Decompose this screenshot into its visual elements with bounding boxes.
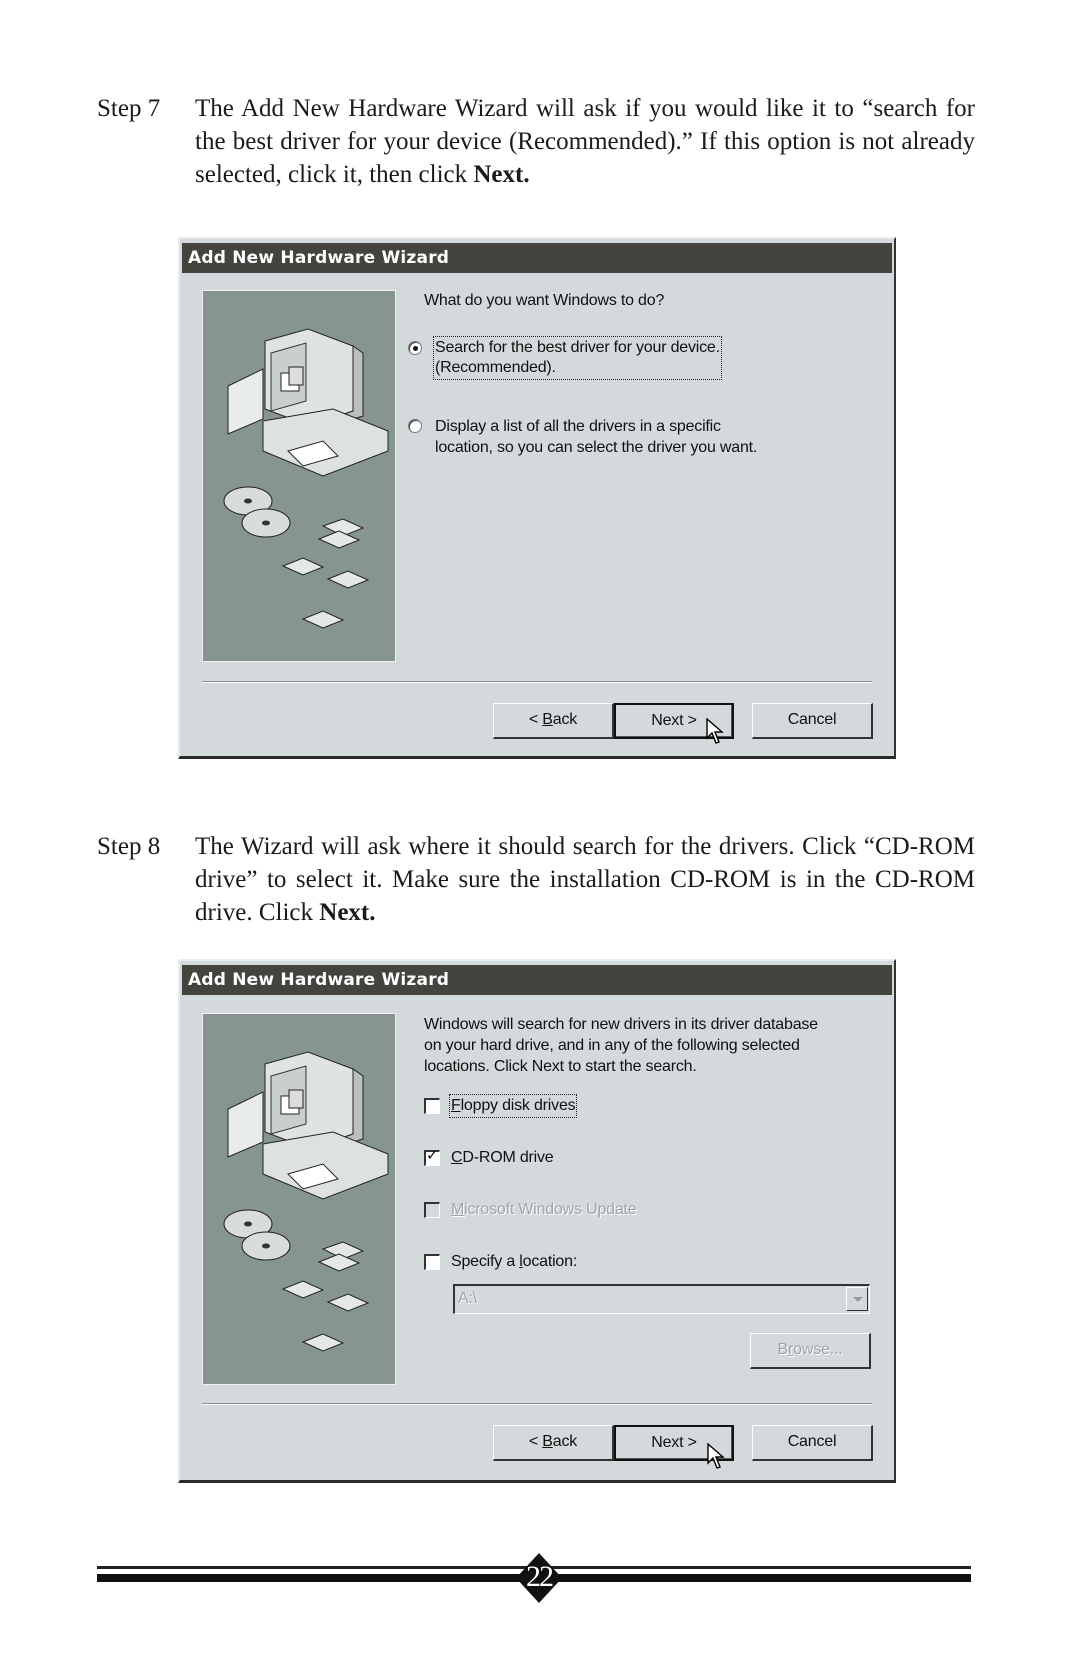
cancel-button[interactable]: Cancel: [752, 703, 873, 739]
description-line: Windows will search for new drivers in i…: [424, 1016, 818, 1033]
checkbox-cdrom[interactable]: ✓ CD-ROM drive: [424, 1148, 624, 1170]
back-prefix: <: [528, 711, 543, 728]
hardware-illustration: [202, 1013, 396, 1385]
browse-button[interactable]: Browse...: [750, 1333, 871, 1369]
next-label: Next >: [651, 712, 697, 729]
back-rest: ack: [552, 711, 578, 728]
label-rest: icrosoft Windows Update: [464, 1201, 637, 1218]
wizard-dialog-search-option: Add New Hardware Wizard What do you want…: [178, 237, 896, 759]
dialog-titlebar: Add New Hardware Wizard: [182, 965, 892, 995]
back-mnemonic: B: [542, 1433, 553, 1450]
button-separator: [202, 681, 872, 683]
checkbox-windows-update[interactable]: Microsoft Windows Update: [424, 1200, 684, 1222]
dialog-titlebar: Add New Hardware Wizard: [182, 243, 892, 273]
browse-pre: B: [777, 1341, 789, 1358]
checkbox-unchecked[interactable]: [424, 1098, 440, 1114]
checkbox-label: Microsoft Windows Update: [451, 1200, 637, 1220]
checkmark-icon: ✓: [426, 1147, 439, 1164]
step-label: Step 7: [97, 95, 161, 122]
label-rest: ocation:: [522, 1253, 578, 1270]
label-rest: D-ROM drive: [462, 1149, 554, 1166]
step-text: The Wizard will ask where it should sear…: [195, 833, 975, 926]
radio-button-unselected[interactable]: [408, 419, 422, 433]
computer-and-disks-icon: [223, 328, 389, 629]
label-pre: Specify a: [451, 1253, 520, 1270]
mouse-pointer-icon: [707, 1443, 725, 1469]
radio-button-selected[interactable]: [408, 341, 422, 355]
cancel-label: Cancel: [787, 711, 837, 728]
radio-label-line: location, so you can select the driver y…: [435, 439, 758, 456]
mnemonic: C: [451, 1149, 463, 1166]
hardware-illustration: [202, 290, 396, 662]
button-separator: [202, 1403, 872, 1405]
step-bold-text: Next.: [473, 161, 530, 188]
step-instructions: The Add New Hardware Wizard will ask if …: [195, 92, 975, 191]
mouse-pointer-icon: [706, 718, 724, 744]
radio-option-display-list[interactable]: Display a list of all the drivers in a s…: [406, 416, 806, 462]
label-rest: loppy disk drives: [460, 1097, 576, 1114]
search-description: Windows will search for new drivers in i…: [424, 1014, 818, 1077]
radio-label-line: Display a list of all the drivers in a s…: [435, 418, 721, 435]
radio-option-search[interactable]: Search for the best driver for your devi…: [406, 336, 746, 384]
location-value: A:\: [458, 1290, 477, 1307]
checkbox-specify-location[interactable]: Specify a location:: [424, 1252, 624, 1274]
step-8: Step 8 The Wizard will ask where it shou…: [0, 830, 1080, 930]
step-7: Step 7 The Add New Hardware Wizard will …: [0, 92, 1080, 192]
page-number: 22: [526, 1560, 554, 1593]
dropdown-arrow-icon[interactable]: [846, 1287, 868, 1311]
back-mnemonic: B: [542, 711, 553, 728]
checkbox-floppy[interactable]: Floppy disk drives: [424, 1094, 624, 1118]
radio-label-line: Search for the best driver for your devi…: [435, 339, 720, 356]
step-text: The Add New Hardware Wizard will ask if …: [195, 95, 975, 188]
back-prefix: <: [528, 1433, 543, 1450]
cancel-button[interactable]: Cancel: [752, 1425, 873, 1461]
prompt-label: What do you want Windows to do?: [424, 292, 665, 309]
back-button[interactable]: < Back: [493, 703, 614, 739]
back-rest: ack: [552, 1433, 578, 1450]
step-label: Step 8: [97, 833, 161, 860]
checkbox-label: CD-ROM drive: [451, 1148, 554, 1168]
checkbox-label: Specify a location:: [451, 1252, 577, 1272]
browse-rest: owse...: [793, 1341, 843, 1358]
checkbox-unchecked[interactable]: [424, 1254, 440, 1270]
description-line: locations. Click Next to start the searc…: [424, 1058, 697, 1075]
wizard-dialog-search-locations: Add New Hardware Wizard Windows will sea…: [178, 959, 896, 1483]
radio-label-search: Search for the best driver for your devi…: [433, 336, 722, 380]
radio-label-display-list: Display a list of all the drivers in a s…: [435, 416, 757, 458]
step-bold-text: Next.: [319, 899, 376, 926]
mnemonic: M: [451, 1201, 465, 1218]
cancel-label: Cancel: [787, 1433, 837, 1450]
back-button[interactable]: < Back: [493, 1425, 614, 1461]
radio-label-line: (Recommended).: [435, 359, 556, 376]
checkbox-checked[interactable]: ✓: [424, 1147, 440, 1166]
checkbox-label: Floppy disk drives: [448, 1094, 578, 1118]
next-label: Next >: [651, 1434, 697, 1451]
checkbox-disabled[interactable]: [424, 1202, 440, 1218]
step-instructions: The Wizard will ask where it should sear…: [195, 830, 975, 929]
description-line: on your hard drive, and in any of the fo…: [424, 1037, 800, 1054]
computer-and-disks-icon: [223, 1051, 389, 1352]
location-combobox[interactable]: A:\: [453, 1284, 870, 1314]
mnemonic: F: [451, 1097, 461, 1114]
